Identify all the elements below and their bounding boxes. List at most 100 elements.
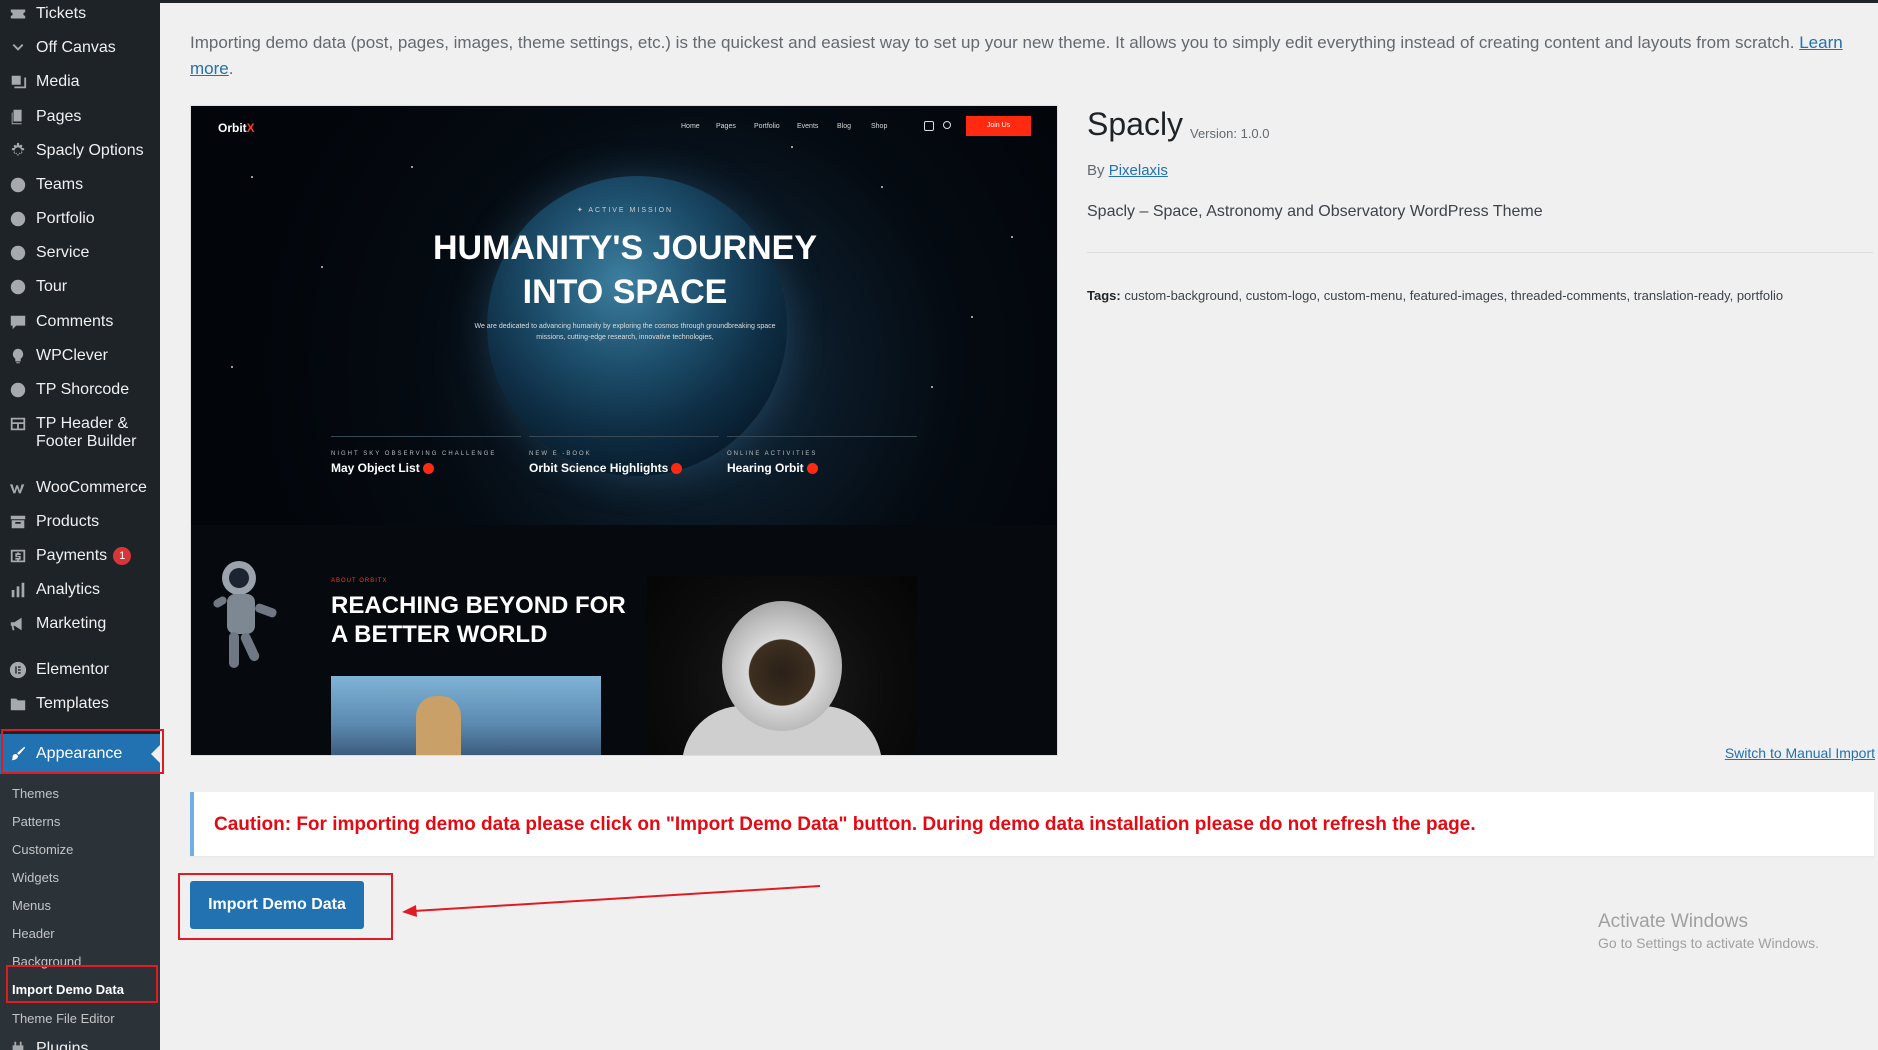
preview-hero-title: HUMANITY'S JOURNEY INTO SPACE	[191, 226, 1057, 314]
submenu-item-customize[interactable]: Customize	[12, 842, 73, 857]
author-link[interactable]: Pixelaxis	[1109, 162, 1168, 179]
preview-nav-item: Blog	[837, 123, 852, 130]
caution-text: Caution: For importing demo data please …	[214, 814, 1476, 835]
menu-item-plugins[interactable]: Plugins	[0, 1040, 160, 1050]
menu-item-portfolio[interactable]: Portfolio	[0, 210, 160, 228]
intro-paragraph: Importing demo data (post, pages, images…	[190, 30, 1850, 82]
divider	[1087, 252, 1873, 253]
menu-label: Off Canvas	[36, 39, 116, 56]
cart-icon	[924, 121, 934, 131]
menu-item-tp-header-footer[interactable]: TP Header & Footer Builder	[0, 415, 160, 451]
theme-author: By Pixelaxis	[1087, 162, 1168, 179]
menu-label: TP Shorcode	[36, 381, 130, 398]
theme-screenshot: OrbitX Home Pages Portfolio Events Blog …	[190, 105, 1058, 756]
menu-item-elementor[interactable]: Elementor	[0, 661, 160, 679]
card-kicker: ONLINE ACTIVITIES	[727, 451, 818, 457]
card-title-text: Hearing Orbit	[727, 461, 804, 475]
card-title-text: Orbit Science Highlights	[529, 461, 669, 475]
card-title: May Object List	[331, 461, 521, 475]
star	[791, 146, 793, 148]
card-title: Orbit Science Highlights	[529, 461, 719, 475]
preview-image-astronaut-helmet	[647, 576, 917, 755]
submenu-item-theme-file-editor[interactable]: Theme File Editor	[12, 1011, 115, 1026]
appearance-highlight-box	[1, 729, 164, 774]
preview-nav-item: Home	[681, 123, 700, 130]
menu-item-analytics[interactable]: Analytics	[0, 581, 160, 599]
menu-item-payments[interactable]: Payments 1	[0, 547, 160, 565]
menu-label: Templates	[36, 695, 109, 712]
about-heading-line-1: REACHING BEYOND FOR	[331, 592, 626, 619]
menu-label: Teams	[36, 176, 84, 193]
submenu-item-widgets[interactable]: Widgets	[12, 870, 59, 885]
menu-item-off-canvas[interactable]: Off Canvas	[0, 39, 160, 57]
menu-label: Tickets	[36, 5, 87, 22]
star	[931, 386, 933, 388]
caution-notice: Caution: For importing demo data please …	[190, 792, 1874, 856]
submenu-item-themes[interactable]: Themes	[12, 786, 59, 801]
preview-card: NIGHT SKY OBSERVING CHALLENGE May Object…	[331, 436, 521, 475]
elementor-icon	[8, 661, 28, 679]
tags-list: custom-background, custom-logo, custom-m…	[1124, 288, 1784, 303]
menu-label: Pages	[36, 108, 82, 125]
intro-period: .	[228, 59, 234, 78]
menu-item-marketing[interactable]: Marketing	[0, 615, 160, 633]
menu-item-comments[interactable]: Comments	[0, 313, 160, 331]
menu-item-wpclever[interactable]: WPClever	[0, 347, 160, 365]
menu-label: Plugins	[36, 1040, 89, 1050]
preview-nav-item: Shop	[871, 123, 888, 130]
menu-item-templates[interactable]: Templates	[0, 695, 160, 713]
submenu-item-menus[interactable]: Menus	[12, 898, 51, 913]
theme-tags: Tags: custom-background, custom-logo, cu…	[1087, 288, 1783, 303]
preview-join-button: Join Us	[966, 116, 1031, 136]
menu-item-service[interactable]: Service	[0, 244, 160, 262]
arrow-right-icon	[422, 463, 434, 475]
menu-item-tour[interactable]: Tour	[0, 278, 160, 296]
pin-icon	[8, 176, 28, 194]
card-title: Hearing Orbit	[727, 461, 917, 475]
menu-label: Service	[36, 244, 90, 261]
menu-item-woocommerce[interactable]: WooCommerce	[0, 479, 160, 497]
menu-label: Payments 1	[36, 547, 154, 565]
hero-title-line-2: INTO SPACE	[522, 273, 728, 311]
author-prefix: By	[1087, 162, 1105, 179]
preview-card: ONLINE ACTIVITIES Hearing Orbit	[727, 436, 917, 475]
preview-hero-subtitle: We are dedicated to advancing humanity b…	[474, 323, 776, 341]
switch-to-manual-import-link[interactable]: Switch to Manual Import	[1725, 745, 1875, 761]
menu-label: Analytics	[36, 581, 101, 598]
theme-version: Version: 1.0.0	[1190, 126, 1270, 141]
menu-item-spacly-options[interactable]: Spacly Options	[0, 142, 160, 160]
card-kicker: NEW E -BOOK	[529, 451, 592, 457]
submenu-item-header[interactable]: Header	[12, 926, 55, 941]
astronaut-helmet	[722, 601, 842, 731]
megaphone-icon	[8, 615, 28, 633]
import-demo-data-button[interactable]: Import Demo Data	[190, 881, 364, 929]
media-icon	[8, 73, 28, 91]
preview-image-astronaut-sky	[331, 676, 601, 755]
search-icon	[943, 121, 951, 129]
menu-item-products[interactable]: Products	[0, 513, 160, 531]
folder-icon	[8, 695, 28, 713]
preview-hero: OrbitX Home Pages Portfolio Events Blog …	[191, 106, 1057, 525]
preview-about-heading: REACHING BEYOND FOR A BETTER WORLD	[331, 591, 631, 649]
menu-label: Portfolio	[36, 210, 95, 227]
menu-item-tickets[interactable]: Tickets	[0, 5, 160, 23]
ticket-icon	[8, 5, 28, 23]
pin-icon	[8, 210, 28, 228]
submenu-item-patterns[interactable]: Patterns	[12, 814, 60, 829]
preview-mission-kicker: ✦ ACTIVE MISSION	[576, 207, 674, 214]
star	[251, 176, 253, 178]
card-title-text: May Object List	[331, 461, 420, 475]
menu-item-tp-shorcode[interactable]: TP Shorcode	[0, 381, 160, 399]
lightbulb-icon	[8, 347, 28, 365]
menu-item-teams[interactable]: Teams	[0, 176, 160, 194]
preview-about-kicker: ABOUT ORBITX	[331, 578, 388, 584]
intro-text: Importing demo data (post, pages, images…	[190, 33, 1795, 52]
preview-nav-item: Events	[797, 123, 819, 130]
menu-label: Products	[36, 513, 100, 530]
archive-icon	[8, 513, 28, 531]
top-border	[160, 0, 1878, 3]
menu-item-media[interactable]: Media	[0, 73, 160, 91]
menu-item-pages[interactable]: Pages	[0, 108, 160, 126]
bar-chart-icon	[8, 581, 28, 599]
woocommerce-icon	[8, 479, 28, 497]
